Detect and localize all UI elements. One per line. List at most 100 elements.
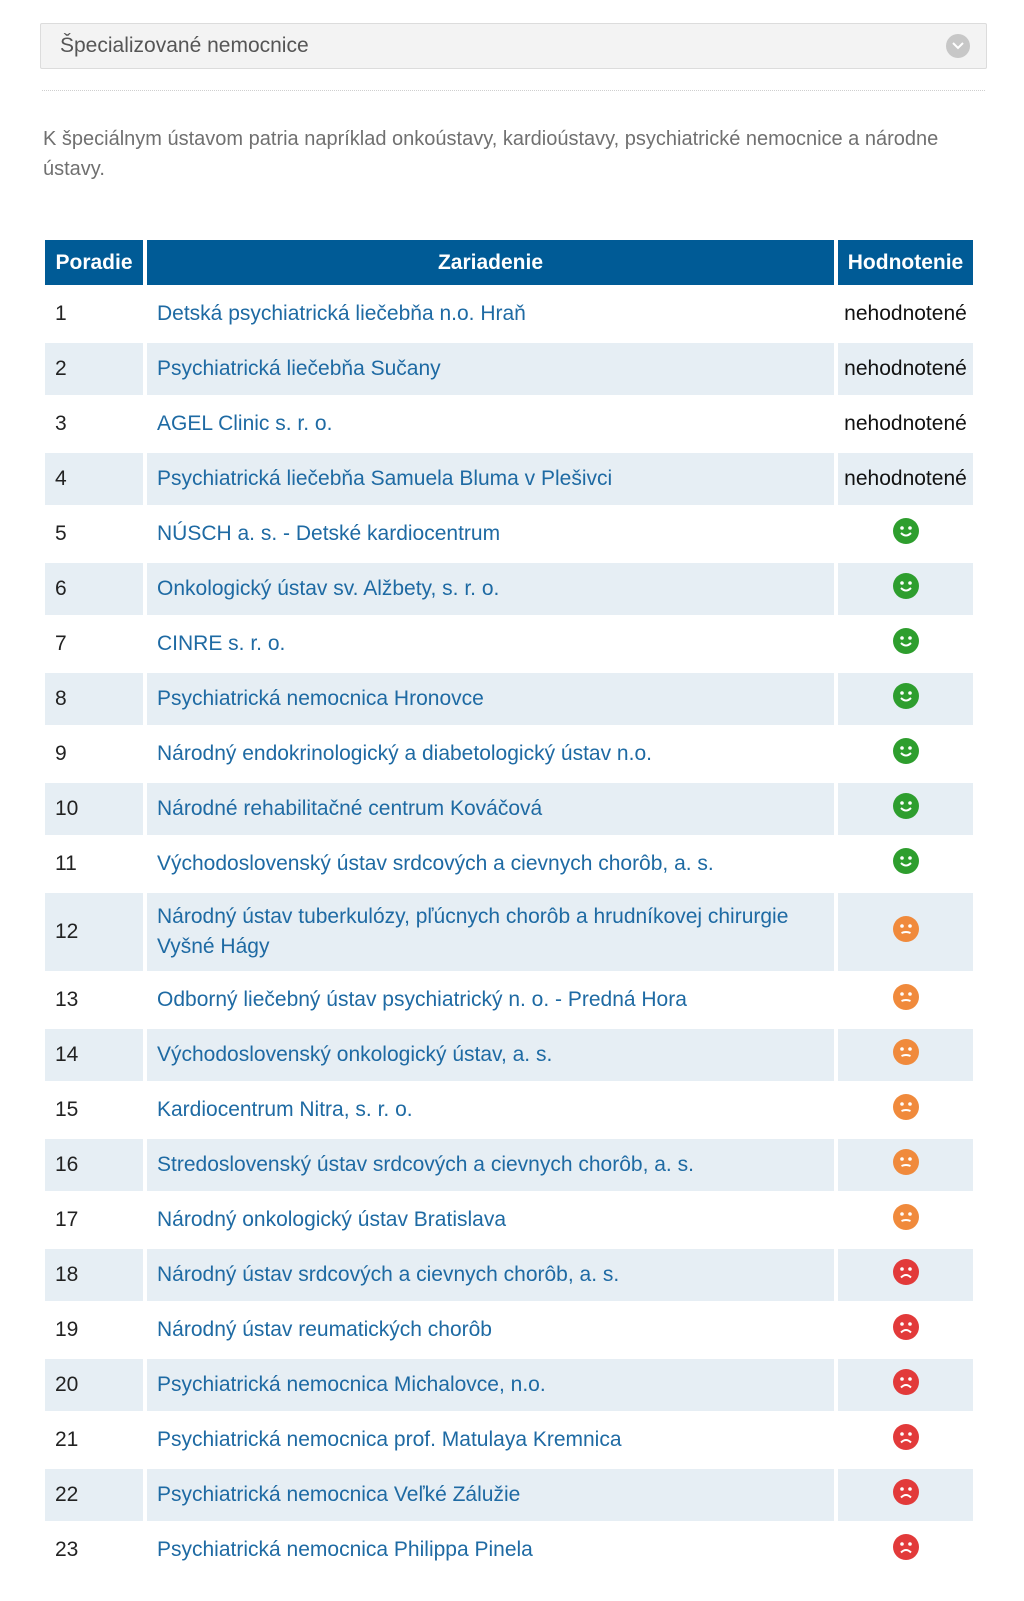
rank-cell: 1 (55, 302, 67, 325)
facility-link[interactable]: Psychiatrická nemocnica Veľké Zálužie (147, 1469, 834, 1521)
rank-cell: 15 (55, 1098, 79, 1121)
facility-link[interactable]: Odborný liečebný ústav psychiatrický n. … (147, 974, 834, 1026)
rating-cell (838, 1304, 973, 1356)
table-row: 17 Národný onkologický ústav Bratislava (45, 1194, 973, 1246)
table-row: 13 Odborný liečebný ústav psychiatrický n… (45, 974, 973, 1026)
chevron-down-icon[interactable] (946, 34, 970, 58)
rank-cell: 16 (45, 1139, 143, 1191)
rank-cell: 20 (45, 1359, 143, 1411)
rank-cell: 23 (55, 1538, 79, 1561)
rating-cell (838, 728, 973, 780)
table-row: 5 NÚSCH a. s. - Detské kardiocentrum (45, 508, 973, 560)
rating-cell: nehodnotené (838, 453, 973, 505)
rank-cell: 3 (55, 412, 67, 435)
table-row: 2 Psychiatrická liečebňa Sučany nehodnoten… (45, 343, 973, 395)
rank-cell: 22 (45, 1469, 143, 1521)
rating-cell (838, 893, 973, 971)
facility-link[interactable]: CINRE s. r. o. (147, 618, 834, 670)
facility-link[interactable]: Východoslovenský ústav srdcových a cievn… (147, 838, 834, 890)
facility-link[interactable]: Psychiatrická liečebňa Samuela Bluma v P… (147, 453, 834, 505)
rank-cell: 2 (45, 343, 143, 395)
table-row: 4 Psychiatrická liečebňa Samuela Bluma v … (45, 453, 973, 505)
rank-cell: 12 (45, 893, 143, 971)
rank-cell: 14 (45, 1029, 143, 1081)
facility-link[interactable]: AGEL Clinic s. r. o. (147, 398, 834, 450)
table-row: 21 Psychiatrická nemocnica prof. Matulaya… (45, 1414, 973, 1466)
table-row: 23 Psychiatrická nemocnica Philippa Pinel… (45, 1524, 973, 1576)
table-row: 8 Psychiatrická nemocnica Hronovce (45, 673, 973, 725)
rating-cell (838, 1139, 973, 1191)
facility-link[interactable]: Národné rehabilitačné centrum Kováčová (147, 783, 834, 835)
table-row: 12 Národný ústav tuberkulózy, pľúcnych ch… (45, 893, 973, 971)
facility-link[interactable]: Východoslovenský onkologický ústav, a. s… (147, 1029, 834, 1081)
table-header-row: Poradie Zariadenie Hodnotenie (45, 240, 973, 285)
facility-link[interactable]: Detská psychiatrická liečebňa n.o. Hraň (147, 288, 834, 340)
rating-cell (838, 783, 973, 835)
happy-face-icon (892, 573, 919, 605)
rating-cell (838, 618, 973, 670)
rating-cell (838, 673, 973, 725)
rating-cell (838, 563, 973, 615)
rating-cell (838, 1029, 973, 1081)
table-row: 19 Národný ústav reumatických chorôb (45, 1304, 973, 1356)
table-row: 10 Národné rehabilitačné centrum Kováčová (45, 783, 973, 835)
rank-cell: 4 (45, 453, 143, 505)
facility-link[interactable]: Národný endokrinologický a diabetologick… (147, 728, 834, 780)
facility-link[interactable]: Národný ústav reumatických chorôb (147, 1304, 834, 1356)
rating-cell (838, 508, 973, 560)
rank-cell: 21 (55, 1428, 79, 1451)
rank-cell: 10 (45, 783, 143, 835)
neutral-face-icon (892, 1204, 919, 1236)
header-facility[interactable]: Zariadenie (147, 240, 834, 285)
rating-cell (838, 1194, 973, 1246)
rank-cell: 19 (55, 1318, 79, 1341)
happy-face-icon (892, 793, 919, 825)
facility-link[interactable]: Psychiatrická nemocnica Philippa Pinela (147, 1524, 834, 1576)
hospital-ranking-table: Poradie Zariadenie Hodnotenie 1 Detská ps… (41, 237, 977, 1579)
header-rating[interactable]: Hodnotenie (838, 240, 973, 285)
sad-face-icon (892, 1424, 919, 1456)
table-row: 6 Onkologický ústav sv. Alžbety, s. r. o. (45, 563, 973, 615)
rank-cell: 17 (55, 1208, 79, 1231)
sad-face-icon (892, 1259, 919, 1291)
neutral-face-icon (892, 1149, 919, 1181)
table-row: 14 Východoslovenský onkologický ústav, a.… (45, 1029, 973, 1081)
facility-link[interactable]: Psychiatrická nemocnica Michalovce, n.o. (147, 1359, 834, 1411)
facility-link[interactable]: Psychiatrická liečebňa Sučany (147, 343, 834, 395)
happy-face-icon (892, 848, 919, 880)
rating-cell (838, 1359, 973, 1411)
facility-link[interactable]: Národný ústav srdcových a cievnych chorô… (147, 1249, 834, 1301)
facility-link[interactable]: Národný ústav tuberkulózy, pľúcnych chor… (147, 893, 834, 971)
rating-cell (838, 838, 973, 890)
rank-cell: 18 (45, 1249, 143, 1301)
facility-link[interactable]: Onkologický ústav sv. Alžbety, s. r. o. (147, 563, 834, 615)
sad-face-icon (892, 1369, 919, 1401)
rank-cell: 11 (55, 852, 77, 875)
rating-cell (838, 1469, 973, 1521)
sad-face-icon (892, 1314, 919, 1346)
table-row: 22 Psychiatrická nemocnica Veľké Zálužie (45, 1469, 973, 1521)
facility-link[interactable]: Kardiocentrum Nitra, s. r. o. (147, 1084, 834, 1136)
table-row: 9 Národný endokrinologický a diabetologic… (45, 728, 973, 780)
category-select[interactable]: Špecializované nemocnice (40, 23, 987, 69)
header-rank[interactable]: Poradie (45, 240, 143, 285)
facility-link[interactable]: Stredoslovenský ústav srdcových a cievny… (147, 1139, 834, 1191)
table-row: 15 Kardiocentrum Nitra, s. r. o. (45, 1084, 973, 1136)
neutral-face-icon (892, 1094, 919, 1126)
rating-cell (838, 1524, 973, 1576)
neutral-face-icon (892, 1039, 919, 1071)
facility-link[interactable]: NÚSCH a. s. - Detské kardiocentrum (147, 508, 834, 560)
happy-face-icon (892, 628, 919, 660)
sad-face-icon (892, 1479, 919, 1511)
facility-link[interactable]: Psychiatrická nemocnica Hronovce (147, 673, 834, 725)
rank-cell: 5 (55, 522, 67, 545)
table-row: 11 Východoslovenský ústav srdcových a cie… (45, 838, 973, 890)
rating-cell: nehodnotené (844, 302, 967, 325)
divider (42, 90, 985, 91)
neutral-face-icon (892, 984, 919, 1016)
rank-cell: 9 (55, 742, 67, 765)
facility-link[interactable]: Národný onkologický ústav Bratislava (147, 1194, 834, 1246)
facility-link[interactable]: Psychiatrická nemocnica prof. Matulaya K… (147, 1414, 834, 1466)
table-row: 7 CINRE s. r. o. (45, 618, 973, 670)
rating-cell (838, 974, 973, 1026)
